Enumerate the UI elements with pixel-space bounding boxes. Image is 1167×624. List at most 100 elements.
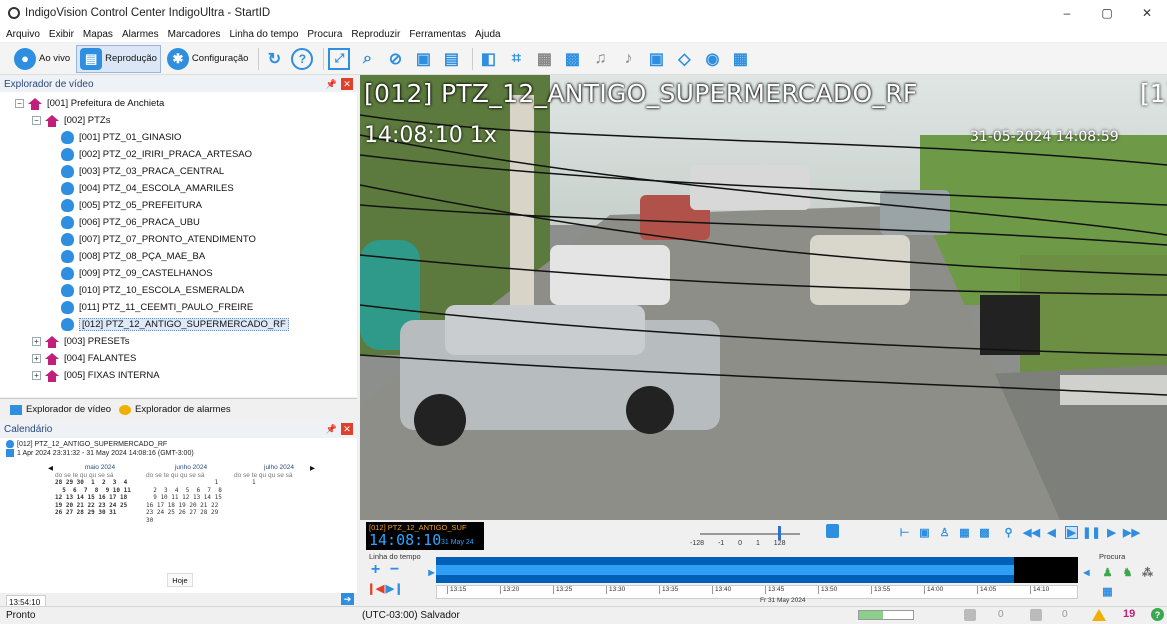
multiview-icon[interactable]: ▦: [729, 48, 751, 70]
rewind-fast-icon[interactable]: ◀◀: [1023, 526, 1040, 539]
camera-item[interactable]: [003] PTZ_03_PRACA_CENTRAL: [61, 163, 224, 180]
menu-mapas[interactable]: Mapas: [83, 29, 113, 40]
export-grid-icon[interactable]: ▩: [978, 526, 991, 539]
menu-ferramentas[interactable]: Ferramentas: [409, 29, 466, 40]
tree-root[interactable]: − [001] Prefeitura de Anchieta: [15, 95, 164, 112]
today-button[interactable]: Hoje: [167, 573, 193, 587]
menu-linha-do-tempo[interactable]: Linha do tempo: [229, 29, 298, 40]
camera-item[interactable]: [004] PTZ_04_ESCOLA_AMARILES: [61, 180, 234, 197]
step-back-icon[interactable]: ◀: [1045, 526, 1058, 539]
verify-icon[interactable]: ▣: [645, 48, 667, 70]
tab-video-explorer[interactable]: Explorador de vídeo: [10, 404, 111, 415]
close-icon[interactable]: ✕: [341, 78, 353, 90]
close-icon[interactable]: ✕: [341, 423, 353, 435]
link-icon[interactable]: ⚲: [1002, 526, 1015, 539]
camera-item-selected[interactable]: [012] PTZ_12_ANTIGO_SUPERMERCADO_RF: [61, 316, 289, 333]
menu-ajuda[interactable]: Ajuda: [475, 29, 501, 40]
camera-item[interactable]: [002] PTZ_02_IRIRI_PRACA_ARTESAO: [61, 146, 252, 163]
menu-alarmes[interactable]: Alarmes: [122, 29, 159, 40]
search-vehicle-icon[interactable]: ♞: [1121, 566, 1134, 579]
step-forward-icon[interactable]: ▶: [1105, 526, 1118, 539]
pause-icon[interactable]: ❚❚: [1082, 526, 1100, 539]
clear-icon[interactable]: ⊘: [384, 48, 406, 70]
sync-icon[interactable]: ↻: [263, 48, 285, 70]
forward-fast-icon[interactable]: ▶▶: [1123, 526, 1140, 539]
pin-icon[interactable]: 📌: [326, 79, 337, 90]
minimize-button[interactable]: –: [1047, 0, 1087, 26]
search-motion-icon[interactable]: ⁂: [1141, 566, 1154, 579]
play-icon[interactable]: ▶: [1065, 526, 1078, 539]
mark-in-icon[interactable]: ❙◀: [367, 582, 385, 595]
timeline-ruler[interactable]: 13:15 13:20 13:25 13:30 13:35 13:40 13:4…: [436, 585, 1078, 599]
grid-icon[interactable]: ▦: [533, 48, 555, 70]
tiles-icon[interactable]: ▩: [561, 48, 583, 70]
search-person-icon[interactable]: ♟: [1101, 566, 1114, 579]
search-icon[interactable]: ⌕: [356, 48, 378, 70]
camera-item[interactable]: [009] PTZ_09_CASTELHANOS: [61, 265, 213, 282]
calendar-camera: [012] PTZ_12_ANTIGO_SUPERMERCADO_RF: [6, 440, 167, 448]
bell-icon[interactable]: ♫: [589, 48, 611, 70]
timeline-right-arrow[interactable]: ◀: [1080, 566, 1093, 579]
config-button[interactable]: ✱ Configuração: [166, 47, 248, 70]
lock-icon[interactable]: [826, 524, 839, 538]
crop-icon[interactable]: ⌗: [505, 48, 527, 70]
camera-item[interactable]: [001] PTZ_01_GINASIO: [61, 129, 181, 146]
bell-off-icon[interactable]: ♪: [617, 48, 639, 70]
close-button[interactable]: ✕: [1127, 0, 1167, 26]
camera-item[interactable]: [006] PTZ_06_PRACA_UBU: [61, 214, 200, 231]
multigrid-icon[interactable]: ▦: [958, 526, 971, 539]
menu-reproduzir[interactable]: Reproduzir: [351, 29, 400, 40]
site-icon: [45, 352, 59, 365]
shield-icon[interactable]: ◇: [673, 48, 695, 70]
zoom-out-icon[interactable]: −: [388, 561, 401, 578]
export-icon[interactable]: ▤: [440, 48, 462, 70]
month-july[interactable]: julho 2024 do se te qu qu se sá 1: [234, 464, 324, 487]
gear-icon: ✱: [166, 47, 189, 70]
live-button[interactable]: ● Ao vivo: [14, 47, 70, 70]
month-june[interactable]: junho 2024 do se te qu qu se sá 1 2 3 4 …: [146, 464, 236, 524]
help-icon[interactable]: ?: [291, 47, 314, 70]
pin-icon[interactable]: 📌: [326, 424, 337, 435]
prev-month-button[interactable]: ◀: [48, 464, 53, 472]
camera-item[interactable]: [011] PTZ_11_CEEMTI_PAULO_FREIRE: [61, 299, 253, 316]
playback-button[interactable]: ▤ Reprodução: [76, 44, 161, 73]
layout-icon[interactable]: ◧: [477, 48, 499, 70]
month-may[interactable]: maio 2024 do se te qu qu se sá 28 29 30 …: [55, 464, 145, 517]
video-view[interactable]: [012] PTZ_12_ANTIGO_SUPERMERCADO_RF 14:0…: [360, 75, 1167, 520]
speed-thumb[interactable]: [778, 526, 781, 540]
camera-icon[interactable]: ◉: [701, 48, 723, 70]
mark-out-icon[interactable]: ▶❙: [386, 582, 404, 595]
speed-slider[interactable]: -128 -1 0 1 128: [690, 522, 820, 550]
tree-group-ptzs[interactable]: − [002] PTZs: [32, 112, 110, 129]
tree-group-falantes[interactable]: + [004] FALANTES: [32, 350, 136, 367]
timeline-date: Fr 31 May 2024: [760, 597, 806, 604]
timeline-track[interactable]: [436, 557, 1078, 583]
menu-exibir[interactable]: Exibir: [49, 29, 74, 40]
person-icon[interactable]: ♙: [938, 526, 951, 539]
device-icon: [964, 609, 976, 621]
menu-arquivo[interactable]: Arquivo: [6, 29, 40, 40]
snapshot-icon[interactable]: ▣: [918, 526, 931, 539]
camera-item[interactable]: [010] PTZ_10_ESCOLA_ESMERALDA: [61, 282, 244, 299]
warning-icon[interactable]: [1092, 609, 1106, 621]
save-icon[interactable]: ▣: [412, 48, 434, 70]
zoom-in-icon[interactable]: +: [369, 561, 382, 578]
menu-procura[interactable]: Procura: [307, 29, 342, 40]
alert-count[interactable]: 19: [1123, 608, 1135, 620]
camera-item[interactable]: [007] PTZ_07_PRONTO_ATENDIMENTO: [61, 231, 256, 248]
help-circle-icon[interactable]: ?: [1151, 608, 1164, 621]
go-arrow-icon[interactable]: ➔: [341, 593, 354, 605]
menu-marcadores[interactable]: Marcadores: [168, 29, 221, 40]
fullscreen-icon[interactable]: ⤢: [328, 47, 351, 70]
camera-item[interactable]: [008] PTZ_08_PÇA_MAE_BA: [61, 248, 205, 265]
search-grid-icon[interactable]: ▦: [1101, 585, 1114, 598]
tab-alarm-explorer[interactable]: Explorador de alarmes: [119, 404, 231, 415]
bookmark-range-icon[interactable]: ⊢: [898, 526, 911, 539]
status-bar: Pronto (UTC-03:00) Salvador: [0, 606, 1167, 624]
camera-item[interactable]: [005] PTZ_05_PREFEITURA: [61, 197, 202, 214]
tree-group-presets[interactable]: + [003] PRESETs: [32, 333, 129, 350]
tick-label: 14:10: [1030, 586, 1049, 594]
maximize-button[interactable]: ▢: [1087, 0, 1127, 26]
tree-group-fixas[interactable]: + [005] FIXAS INTERNA: [32, 367, 160, 384]
calendar-title: Calendário: [4, 423, 53, 435]
